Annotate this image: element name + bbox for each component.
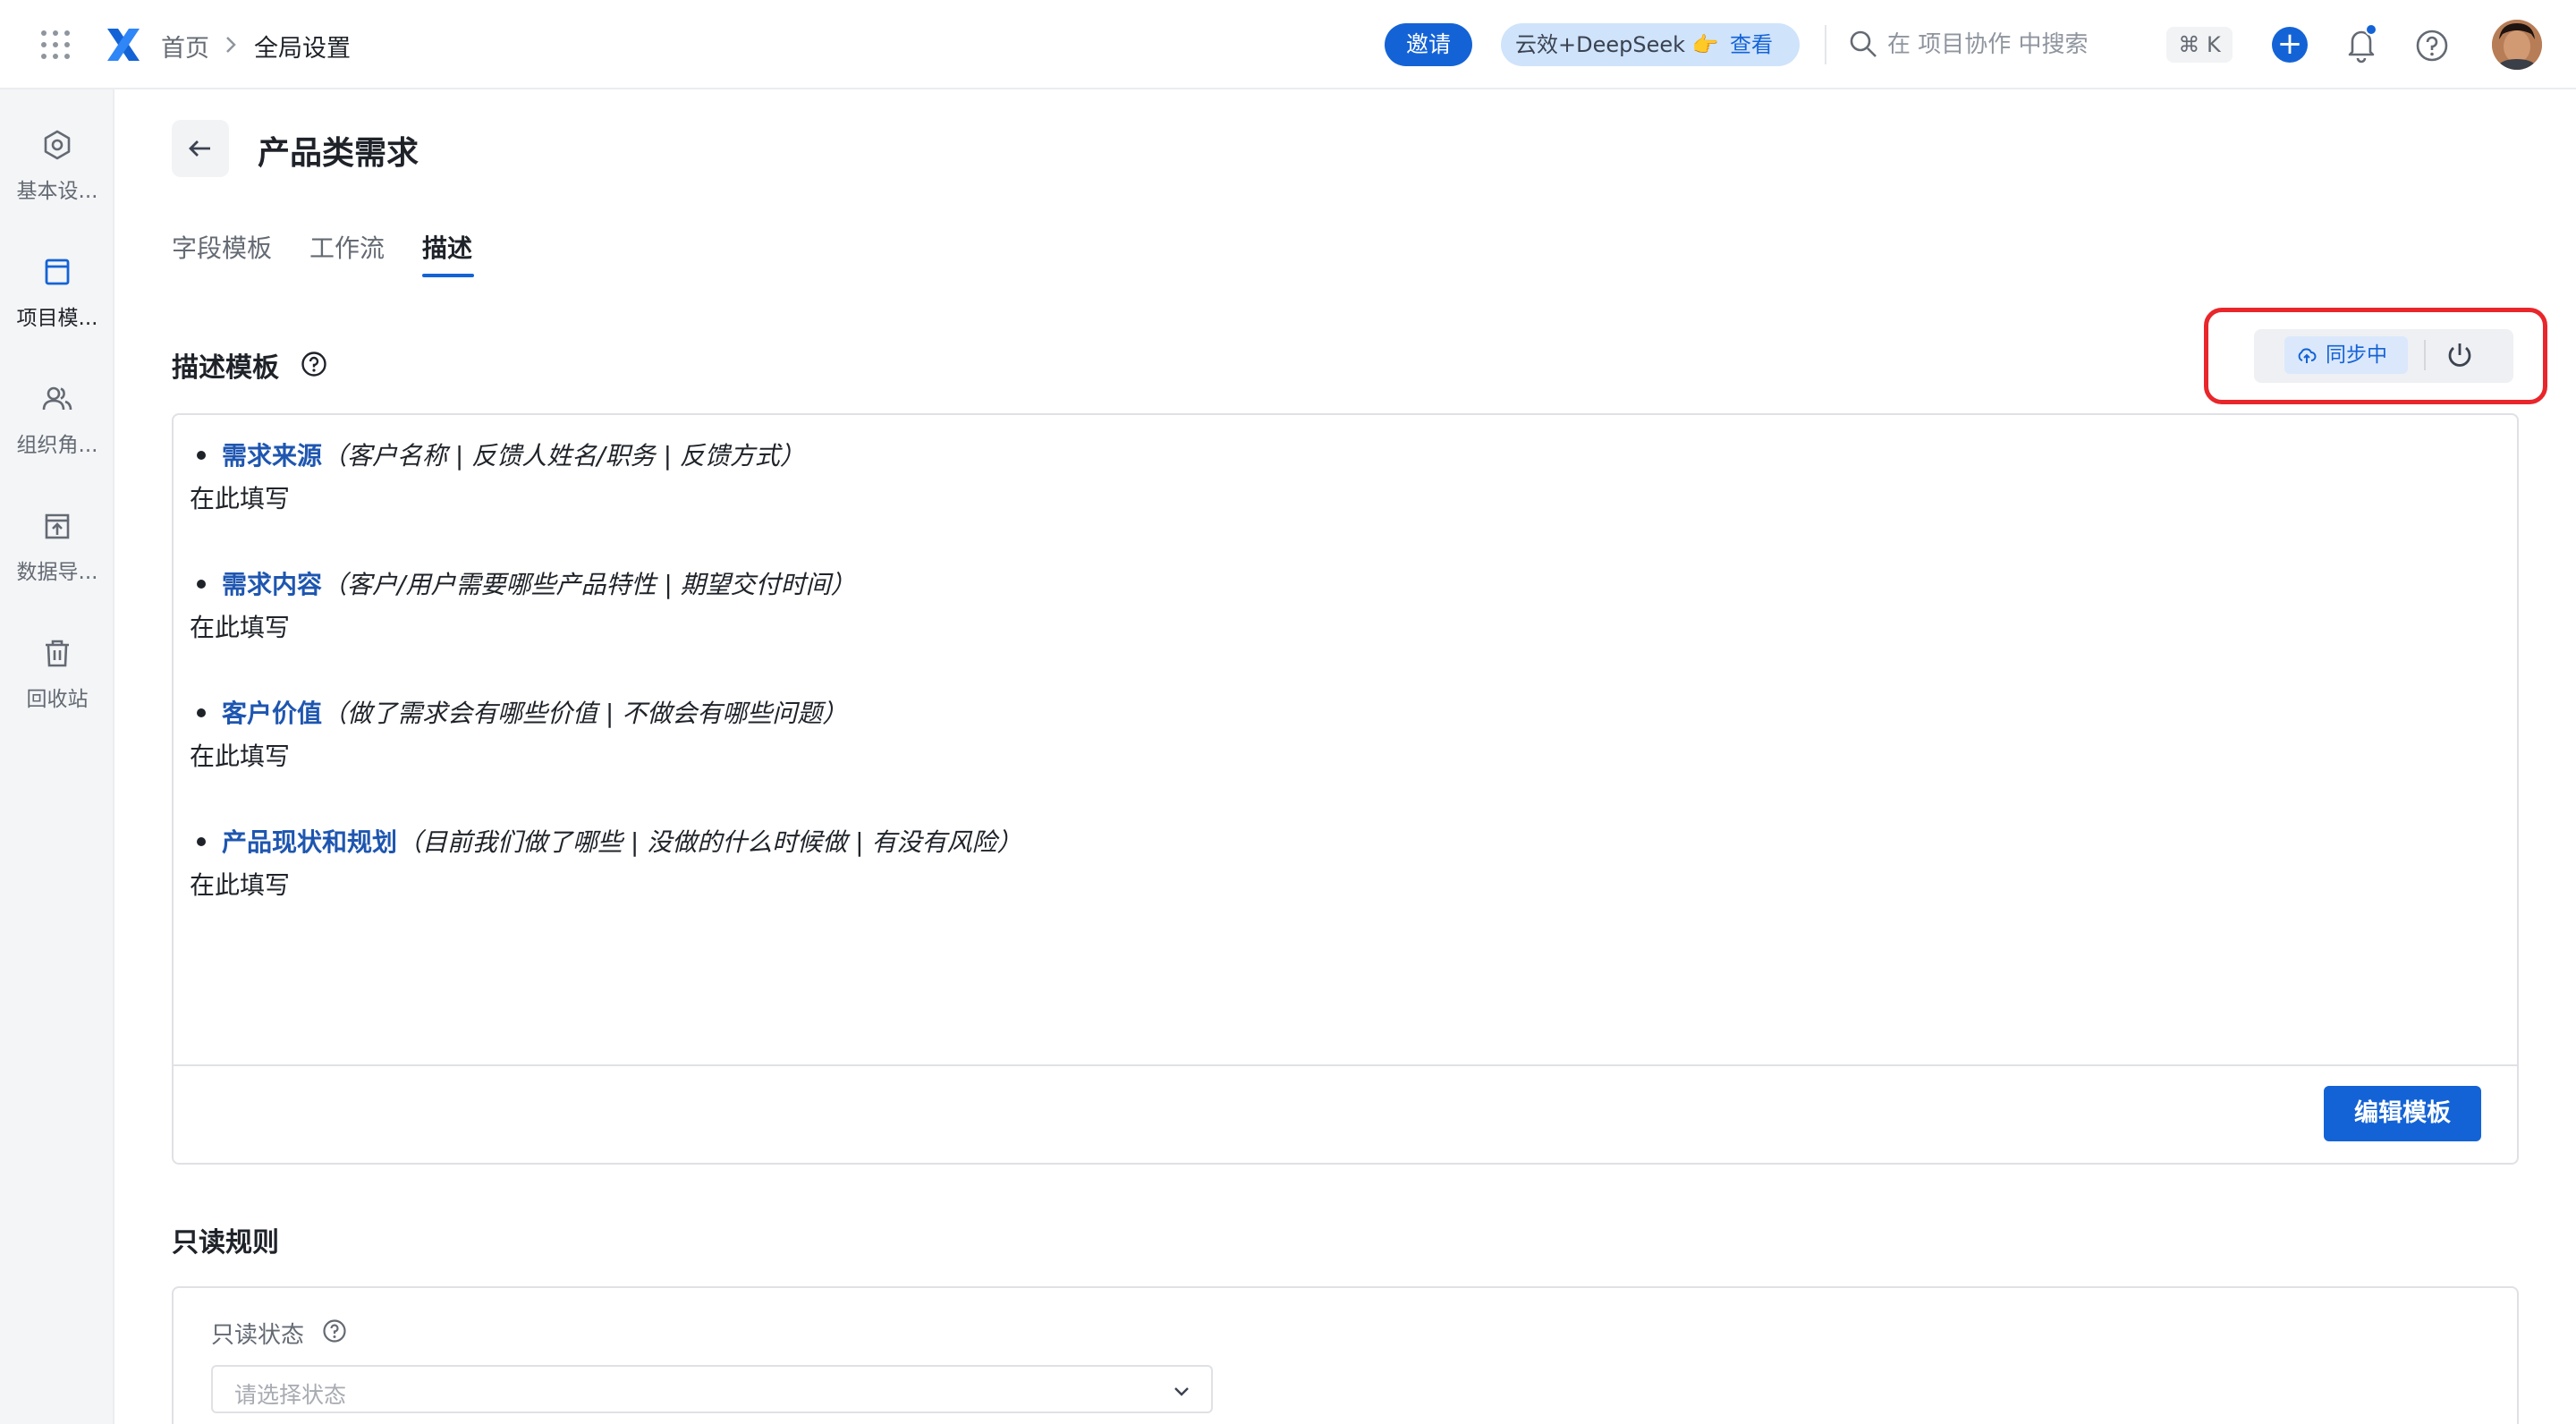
- settings-hex-icon: [44, 130, 71, 160]
- template-item-hint: （目前我们做了哪些 | 没做的什么时候做 | 有没有风险）: [397, 827, 1022, 857]
- template-item-hint: （客户/用户需要哪些产品特性 | 期望交付时间）: [322, 570, 856, 599]
- section-title-description-template: 描述模板: [172, 352, 279, 384]
- sidebar-item-label: 基本设...: [16, 180, 98, 203]
- template-item-hint: （客户名称 | 反馈人姓名/职务 | 反馈方式）: [322, 441, 805, 470]
- bullet: [197, 451, 206, 460]
- promo-text: 云效+DeepSeek 👉: [1515, 32, 1719, 57]
- sync-status-label: 同步中: [2326, 343, 2387, 367]
- divider: [1825, 25, 1826, 64]
- help-icon[interactable]: [2415, 29, 2449, 63]
- breadcrumb-current: 全局设置: [254, 35, 351, 63]
- bullet: [197, 708, 206, 717]
- search-input[interactable]: [1887, 23, 2156, 66]
- template-item-key: 需求来源: [222, 441, 323, 470]
- sidebar-item-data-import[interactable]: 数据导...: [0, 510, 114, 608]
- template-item-fill: 在此填写: [190, 742, 291, 771]
- edit-template-button[interactable]: 编辑模板: [2324, 1086, 2481, 1141]
- template-item-key: 需求内容: [222, 570, 323, 599]
- sidebar-item-project-templates[interactable]: 项目模...: [0, 256, 114, 354]
- readonly-state-label: 只读状态: [211, 1322, 305, 1349]
- template-item-fill: 在此填写: [190, 870, 291, 900]
- template-item: 客户价值（做了需求会有哪些价值 | 不做会有哪些问题）: [190, 694, 847, 730]
- template-item-hint: （做了需求会有哪些价值 | 不做会有哪些问题）: [322, 699, 848, 728]
- sync-status-badge[interactable]: 同步中: [2284, 336, 2408, 374]
- promo-view-link[interactable]: 查看: [1730, 23, 1773, 66]
- template-item-fill: 在此填写: [190, 484, 291, 513]
- readonly-rules-panel: 只读状态 请选择状态: [172, 1286, 2519, 1424]
- sidebar-item-label: 数据导...: [16, 561, 98, 584]
- description-template-preview: 需求来源（客户名称 | 反馈人姓名/职务 | 反馈方式） 在此填写 需求内容（客…: [172, 413, 2519, 1165]
- sidebar-item-org-roles[interactable]: 组织角...: [0, 383, 114, 481]
- notification-dot: [2365, 23, 2377, 36]
- cloud-upload-icon: [2298, 348, 2317, 363]
- back-button[interactable]: [172, 120, 229, 177]
- sidebar-item-label: 项目模...: [16, 307, 98, 330]
- help-icon[interactable]: [301, 351, 327, 377]
- tab-description[interactable]: 描述: [422, 229, 472, 265]
- sidebar-item-recycle-bin[interactable]: 回收站: [0, 637, 114, 735]
- users-icon: [42, 386, 72, 411]
- settings-sidebar: 基本设... 项目模... 组织角... 数据导... 回收站: [0, 89, 114, 1424]
- template-item: 需求内容（客户/用户需要哪些产品特性 | 期望交付时间）: [190, 565, 856, 601]
- sidebar-item-label: 回收站: [26, 688, 89, 711]
- readonly-state-select[interactable]: 请选择状态: [211, 1365, 1213, 1413]
- chevron-right-icon: [226, 37, 236, 53]
- arrow-left-icon: [189, 140, 210, 157]
- bullet: [197, 580, 206, 589]
- tab-workflow[interactable]: 工作流: [309, 229, 385, 265]
- trash-icon: [46, 640, 69, 667]
- import-icon: [45, 513, 70, 539]
- power-icon[interactable]: [2444, 340, 2476, 372]
- sidebar-item-basic-settings[interactable]: 基本设...: [0, 129, 114, 227]
- app-grid-icon[interactable]: [41, 30, 70, 59]
- top-bar: 首页 全局设置 邀请 云效+DeepSeek 👉 查看 ⌘ K +: [0, 0, 2576, 89]
- search-icon[interactable]: [1848, 29, 1878, 59]
- template-item-key: 客户价值: [222, 699, 323, 728]
- active-tab-indicator: [422, 274, 474, 277]
- help-icon[interactable]: [322, 1318, 347, 1343]
- invite-button[interactable]: 邀请: [1385, 23, 1472, 66]
- breadcrumb-home[interactable]: 首页: [161, 29, 209, 64]
- template-icon: [45, 259, 70, 285]
- divider: [2424, 340, 2426, 370]
- template-item-key: 产品现状和规划: [222, 827, 398, 857]
- select-placeholder: 请选择状态: [234, 1382, 347, 1408]
- section-title-readonly-rules: 只读规则: [172, 1227, 279, 1259]
- search-shortcut: ⌘ K: [2166, 27, 2233, 63]
- template-item-fill: 在此填写: [190, 613, 291, 642]
- chevron-down-icon: [1174, 1387, 1189, 1396]
- sidebar-item-label: 组织角...: [16, 434, 98, 457]
- deepseek-promo-banner[interactable]: 云效+DeepSeek 👉 查看: [1501, 23, 1800, 66]
- bullet: [197, 837, 206, 846]
- divider: [174, 1064, 2517, 1066]
- template-item: 需求来源（客户名称 | 反馈人姓名/职务 | 反馈方式）: [190, 437, 805, 472]
- tab-field-template[interactable]: 字段模板: [172, 229, 272, 265]
- template-item: 产品现状和规划（目前我们做了哪些 | 没做的什么时候做 | 有没有风险）: [190, 823, 1022, 859]
- user-avatar[interactable]: [2492, 20, 2542, 70]
- create-button[interactable]: +: [2272, 27, 2308, 63]
- page-title: 产品类需求: [258, 135, 419, 172]
- app-logo-icon[interactable]: [104, 25, 143, 64]
